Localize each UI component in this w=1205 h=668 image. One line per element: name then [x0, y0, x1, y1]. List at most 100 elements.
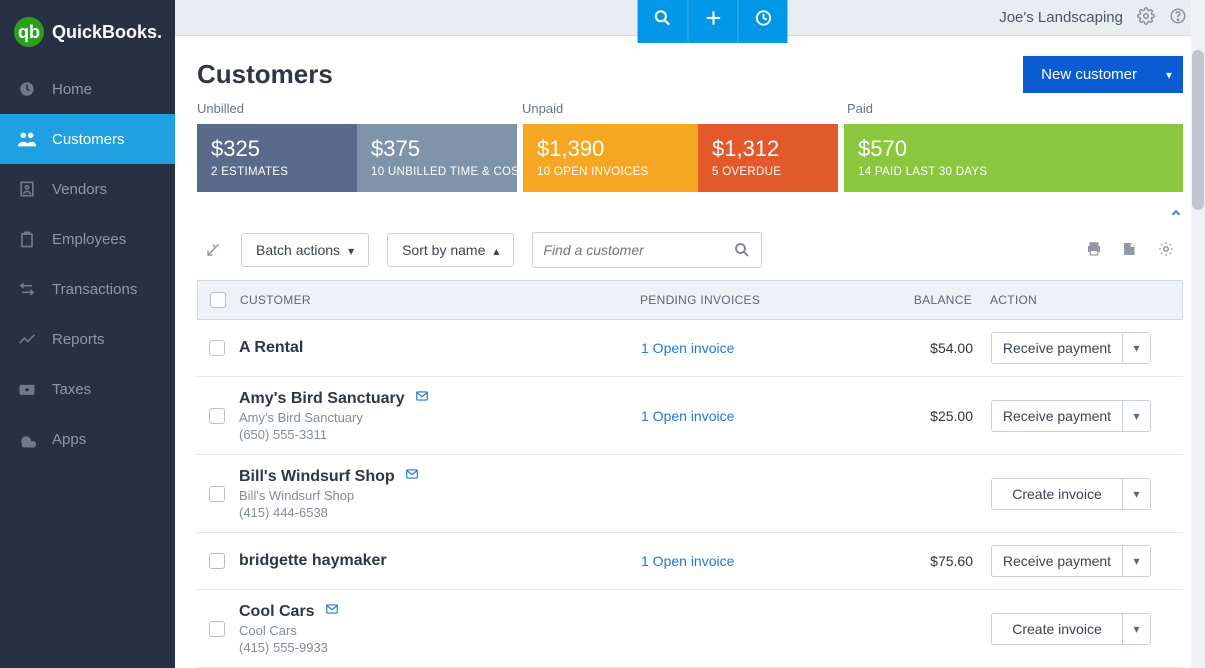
row-checkbox[interactable]: [209, 553, 225, 569]
balance-value: $54.00: [881, 340, 991, 356]
balance-value: $75.60: [881, 553, 991, 569]
row-action-button[interactable]: Receive payment: [992, 546, 1122, 576]
moneybar-estimates[interactable]: $325 2 ESTIMATES: [197, 124, 357, 192]
overdue-amount: $1,312: [712, 136, 824, 162]
gear-icon[interactable]: [1137, 7, 1155, 28]
row-action-caret[interactable]: [1122, 479, 1150, 509]
unbilled-time-sub: 10 UNBILLED TIME & COST: [371, 166, 503, 178]
row-action-button[interactable]: Receive payment: [992, 401, 1122, 431]
caret-down-icon: [348, 242, 354, 258]
taxes-icon: [16, 378, 38, 400]
sidebar-item-label: Employees: [52, 231, 126, 248]
clock-icon: [753, 8, 773, 28]
sidebar-item-reports[interactable]: Reports: [0, 314, 175, 364]
customer-search-input[interactable]: [543, 242, 733, 258]
top-action-group: [638, 0, 788, 43]
table-row[interactable]: Bill's Windsurf Shop Bill's Windsurf Sho…: [197, 455, 1183, 533]
customer-name: Amy's Bird Sanctuary: [239, 389, 641, 408]
sidebar-item-employees[interactable]: Employees: [0, 214, 175, 264]
sort-label: Sort by name: [402, 242, 485, 258]
row-action-caret[interactable]: [1122, 546, 1150, 576]
row-checkbox[interactable]: [209, 621, 225, 637]
export-icon[interactable]: [1121, 240, 1139, 261]
money-bar: $325 2 ESTIMATES $375 10 UNBILLED TIME &…: [197, 124, 1183, 192]
moneybar-paid[interactable]: $570 14 PAID LAST 30 DAYS: [844, 124, 1183, 192]
open-invoices-sub: 10 OPEN INVOICES: [537, 166, 684, 178]
sidebar-item-transactions[interactable]: Transactions: [0, 264, 175, 314]
new-customer-button-group: New customer: [1023, 56, 1183, 93]
table-row[interactable]: bridgette haymaker1 Open invoice $75.60Re…: [197, 533, 1183, 590]
sort-button[interactable]: Sort by name: [387, 233, 514, 267]
table-row[interactable]: A Rental1 Open invoice$54.00Receive paym…: [197, 320, 1183, 377]
sidebar-item-label: Reports: [52, 331, 105, 348]
brand-name: QuickBooks.: [52, 22, 162, 43]
row-action-caret[interactable]: [1122, 401, 1150, 431]
print-icon[interactable]: [1085, 240, 1103, 261]
sidebar-item-taxes[interactable]: Taxes: [0, 364, 175, 414]
new-customer-caret[interactable]: [1155, 56, 1183, 93]
sidebar-item-label: Home: [52, 81, 92, 98]
scrollbar-thumb[interactable]: [1192, 50, 1204, 210]
customer-name: bridgette haymaker: [239, 552, 641, 570]
row-checkbox[interactable]: [209, 486, 225, 502]
sidebar-item-customers[interactable]: Customers: [0, 114, 175, 164]
table-header: CUSTOMER PENDING INVOICES BALANCE ACTION: [197, 280, 1183, 320]
pending-invoice-link[interactable]: 1 Open invoice: [641, 340, 734, 356]
column-balance[interactable]: BALANCE: [880, 293, 990, 307]
row-checkbox[interactable]: [209, 408, 225, 424]
table-row[interactable]: Amy's Bird Sanctuary Amy's Bird Sanctuar…: [197, 377, 1183, 455]
global-search-button[interactable]: [638, 0, 688, 43]
scrollbar-track[interactable]: [1191, 0, 1205, 668]
customer-search-box[interactable]: [532, 232, 762, 268]
moneybar-label-unpaid: Unpaid: [522, 101, 847, 116]
vendors-icon: [16, 178, 38, 200]
table-row[interactable]: Cool Cars Cool Cars(415) 555-9933Create …: [197, 590, 1183, 668]
overdue-sub: 5 OVERDUE: [712, 166, 824, 178]
column-pending[interactable]: PENDING INVOICES: [640, 293, 880, 307]
customer-subname: Amy's Bird Sanctuary: [239, 410, 641, 425]
moneybar-overdue[interactable]: $1,312 5 OVERDUE: [698, 124, 838, 192]
brand-logo: qb QuickBooks.: [0, 0, 175, 64]
customer-name: Cool Cars: [239, 602, 641, 621]
select-all-checkbox[interactable]: [210, 292, 226, 308]
mail-icon[interactable]: [413, 389, 431, 408]
pending-invoice-link[interactable]: 1 Open invoice: [641, 408, 734, 424]
column-customer[interactable]: CUSTOMER: [240, 293, 640, 307]
row-action-button[interactable]: Create invoice: [992, 614, 1122, 644]
sidebar-item-vendors[interactable]: Vendors: [0, 164, 175, 214]
global-create-button[interactable]: [688, 0, 738, 43]
sidebar-item-apps[interactable]: Apps: [0, 414, 175, 464]
moneybar-unbilled-time[interactable]: $375 10 UNBILLED TIME & COST: [357, 124, 517, 192]
customer-subname: Bill's Windsurf Shop: [239, 488, 641, 503]
row-action-caret[interactable]: [1122, 333, 1150, 363]
global-recent-button[interactable]: [738, 0, 788, 43]
settings-icon[interactable]: [1157, 240, 1175, 261]
moneybar-open-invoices[interactable]: $1,390 10 OPEN INVOICES: [523, 124, 698, 192]
reports-icon: [16, 328, 38, 350]
help-icon[interactable]: [1169, 7, 1187, 28]
customer-phone: (650) 555-3311: [239, 427, 641, 442]
customer-name: Bill's Windsurf Shop: [239, 467, 641, 486]
mail-icon[interactable]: [323, 602, 341, 621]
sidebar-item-label: Transactions: [52, 281, 137, 298]
new-customer-button[interactable]: New customer: [1023, 56, 1155, 93]
moneybar-label-unbilled: Unbilled: [197, 101, 522, 116]
sidebar-item-home[interactable]: Home: [0, 64, 175, 114]
caret-up-icon: [493, 242, 499, 258]
mail-icon[interactable]: [403, 467, 421, 486]
balance-value: $25.00: [881, 408, 991, 424]
row-action-button[interactable]: Receive payment: [992, 333, 1122, 363]
main-area: Joe's Landscaping Customers New customer…: [175, 0, 1205, 668]
batch-actions-button[interactable]: Batch actions: [241, 233, 369, 267]
collapse-moneybar-button[interactable]: [1169, 206, 1183, 223]
qb-logo-icon: qb: [14, 17, 44, 47]
pending-invoice-link[interactable]: 1 Open invoice: [641, 553, 734, 569]
row-action-caret[interactable]: [1122, 614, 1150, 644]
import-icon[interactable]: [205, 240, 223, 261]
sidebar-item-label: Apps: [52, 431, 86, 448]
customer-phone: (415) 444-6538: [239, 505, 641, 520]
paid-amount: $570: [858, 136, 1169, 162]
row-checkbox[interactable]: [209, 340, 225, 356]
row-action-button[interactable]: Create invoice: [992, 479, 1122, 509]
paid-sub: 14 PAID LAST 30 DAYS: [858, 166, 1169, 178]
